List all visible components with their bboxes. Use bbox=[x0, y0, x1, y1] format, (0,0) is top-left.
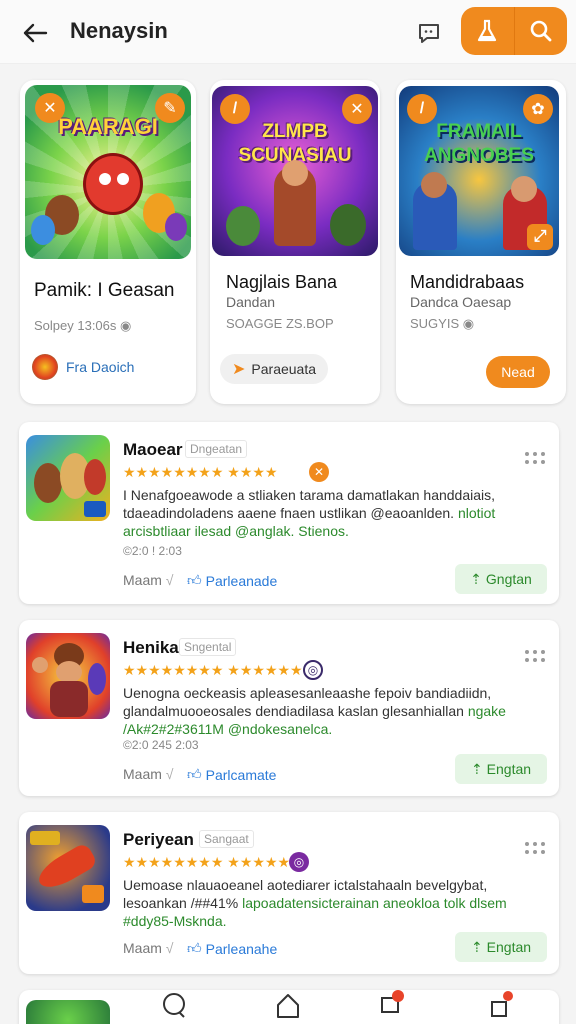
header-actions bbox=[461, 7, 567, 55]
item-link[interactable]: 👍︎ Parlcamate bbox=[187, 766, 276, 783]
featured-action[interactable]: Fra Daoich bbox=[32, 354, 134, 380]
bell-icon bbox=[381, 990, 404, 1013]
item-name: Henika bbox=[123, 638, 179, 657]
item-description: Uemoase nlauaoeanel aotediarer ictalstah… bbox=[123, 877, 507, 929]
download-icon: ⇡ bbox=[470, 760, 483, 777]
game-artwork: PAARAGI ✕ ✎ bbox=[25, 85, 191, 259]
rocket-icon: ➤ bbox=[232, 361, 246, 378]
thumbs-up-icon: 👍︎ bbox=[187, 572, 202, 588]
featured-action[interactable]: Nead bbox=[486, 356, 550, 388]
item-date: ©2:0 245 2:03 bbox=[123, 738, 199, 752]
featured-card[interactable]: ZLMPB SCUNASIAU / ✕ Nagjlais Bana Dandan… bbox=[210, 80, 380, 404]
page-title: Nenaysin bbox=[70, 18, 168, 43]
home-icon bbox=[277, 994, 299, 1018]
thumbs-up-icon: 👍︎ bbox=[187, 940, 202, 956]
featured-card[interactable]: PAARAGI ✕ ✎ Pamik: I Geasan Solpey 13:06… bbox=[20, 80, 196, 404]
download-icon: ⇡ bbox=[470, 570, 482, 587]
info-icon: ◉ bbox=[462, 316, 475, 331]
sword-icon: / bbox=[220, 94, 250, 124]
download-icon: ⇡ bbox=[470, 938, 483, 955]
lab-button[interactable] bbox=[461, 7, 515, 55]
game-thumbnail bbox=[26, 633, 110, 719]
flask-icon bbox=[478, 19, 497, 42]
featured-title: Nagjlais Bana bbox=[226, 272, 338, 292]
featured-meta: SOAGGE ZS.BOP bbox=[226, 316, 334, 331]
game-thumbnail bbox=[26, 435, 110, 521]
featured-meta: Solpey 13:06s ◉ bbox=[34, 318, 132, 333]
cross-icon: ✕ bbox=[342, 94, 372, 124]
arrow-left-icon bbox=[23, 23, 48, 43]
more-options-icon[interactable] bbox=[525, 842, 545, 858]
messages-button[interactable] bbox=[410, 14, 448, 52]
featured-title: Pamik: I Geasan bbox=[34, 280, 175, 301]
item-footer-label: Maam √ bbox=[123, 572, 174, 588]
install-button[interactable]: ⇡ Engtan bbox=[455, 932, 547, 962]
install-button[interactable]: ⇡ Gngtan bbox=[455, 564, 547, 594]
item-footer-label: Maam √ bbox=[123, 766, 174, 782]
list-item[interactable]: Henika Sngental ★★★★★★★★ ★★★★★★ ◎ Uenogn… bbox=[19, 620, 559, 796]
item-description: I Nenafgoeawode a stliaken tarama damatl… bbox=[123, 487, 496, 539]
star-rating: ★★★★★★★★ ★★★★★★ bbox=[123, 854, 303, 870]
item-name: Maoear bbox=[123, 440, 183, 459]
expand-icon: ⤢ bbox=[527, 224, 553, 250]
nav-item-home[interactable] bbox=[258, 990, 318, 1023]
item-tag: Dngeatan bbox=[185, 440, 248, 458]
back-button[interactable] bbox=[18, 16, 52, 50]
item-footer-label: Maam √ bbox=[123, 940, 174, 956]
game-thumbnail bbox=[26, 825, 110, 911]
flame-icon: ✕ bbox=[309, 462, 329, 482]
chat-icon bbox=[419, 24, 439, 43]
tools-icon: ✕ bbox=[35, 93, 65, 123]
list-item[interactable]: Maoear Dngeatan ★★★★★★★★ ★★★★ ✕ I Nenafg… bbox=[19, 422, 559, 604]
featured-subtitle: Dandan bbox=[226, 294, 276, 310]
featured-subtitle: Dandca Oaesap bbox=[410, 294, 512, 310]
featured-action[interactable]: ➤ Paraeuata bbox=[220, 354, 329, 384]
game-artwork: FRAMAIL ANGNOBES / ✿ ⤢ bbox=[399, 86, 559, 256]
info-icon: ◉ bbox=[120, 318, 132, 333]
sword-icon: / bbox=[407, 94, 437, 124]
nav-item-profile[interactable] bbox=[470, 990, 530, 1023]
thumbs-up-icon: 👍︎ bbox=[187, 766, 202, 782]
item-date: ©2:0 ! 2:03 bbox=[123, 544, 182, 558]
nav-item-notifications[interactable] bbox=[360, 990, 420, 1023]
more-options-icon[interactable] bbox=[525, 650, 545, 666]
vortex-icon: ◎ bbox=[289, 852, 309, 872]
star-rating: ★★★★★★★★ ★★★★ bbox=[123, 464, 278, 480]
artwork-title: FRAMAIL ANGNOBES bbox=[424, 121, 534, 166]
item-name: Periyean bbox=[123, 830, 194, 849]
item-description: Uenogna oeckeasis apleasesanleaashe fepo… bbox=[123, 685, 506, 737]
wrench-icon: ✎ bbox=[155, 93, 185, 123]
top-bar: Nenaysin bbox=[0, 0, 576, 64]
game-artwork: ZLMPB SCUNASIAU / ✕ bbox=[212, 86, 378, 256]
more-options-icon[interactable] bbox=[525, 452, 545, 468]
gear-icon: ✿ bbox=[523, 94, 553, 124]
item-link[interactable]: 👍︎ Parleanade bbox=[187, 572, 277, 589]
list-item[interactable]: Periyean Sangaat ★★★★★★★★ ★★★★★★ ◎ Uemoa… bbox=[19, 812, 559, 974]
spiral-icon: ◎ bbox=[303, 660, 323, 680]
install-button[interactable]: ⇡ Engtan bbox=[455, 754, 547, 784]
featured-meta: SUGYIS ◉ bbox=[410, 316, 475, 331]
game-avatar-icon bbox=[32, 354, 58, 380]
star-rating: ★★★★★★★★ ★★★★★★ bbox=[123, 662, 303, 678]
share-icon bbox=[491, 991, 513, 1017]
item-tag: Sngental bbox=[179, 638, 237, 656]
featured-title: Mandidrabaas bbox=[410, 272, 525, 292]
item-link[interactable]: 👍︎ Parleanahe bbox=[187, 940, 277, 957]
bottom-navigation bbox=[0, 990, 576, 1024]
search-button[interactable] bbox=[515, 7, 568, 55]
chat-bubble-icon bbox=[163, 993, 185, 1018]
item-tag: Sangaat bbox=[199, 830, 254, 848]
search-icon bbox=[530, 20, 552, 42]
featured-card[interactable]: FRAMAIL ANGNOBES / ✿ ⤢ Mandidrabaas Dand… bbox=[396, 80, 566, 404]
app-root: Nenaysin PAARAGI ✕ ✎ Pamik: I Geasan Sol… bbox=[0, 0, 576, 1024]
nav-item-chat[interactable] bbox=[144, 990, 204, 1023]
